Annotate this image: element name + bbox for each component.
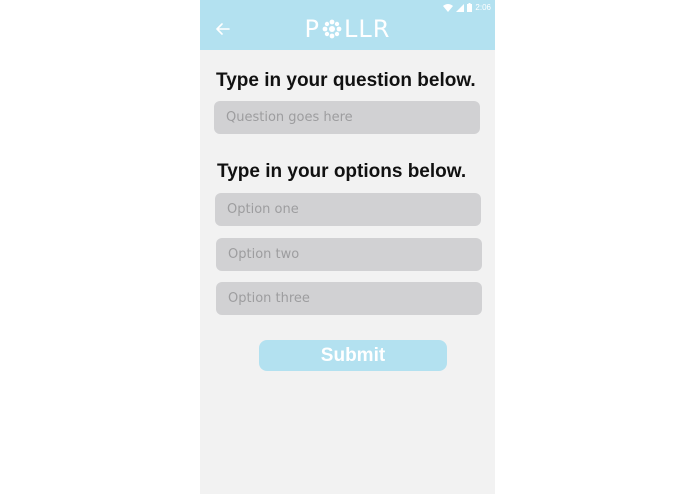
option-three-input[interactable] bbox=[216, 282, 482, 315]
logo-text-end: LLR bbox=[344, 15, 391, 43]
phone-screen: 2:06 P LLR Type in your question below. … bbox=[200, 0, 495, 494]
question-input[interactable] bbox=[214, 101, 480, 134]
status-time: 2:06 bbox=[475, 3, 491, 12]
app-bar: 2:06 P LLR bbox=[200, 0, 495, 50]
option-one-input[interactable] bbox=[215, 193, 481, 226]
submit-button[interactable]: Submit bbox=[259, 340, 447, 371]
flower-icon bbox=[321, 18, 343, 40]
option-two-input[interactable] bbox=[216, 238, 482, 271]
signal-icon bbox=[456, 3, 465, 12]
question-heading: Type in your question below. bbox=[216, 70, 476, 91]
wifi-icon bbox=[443, 3, 454, 12]
status-bar: 2:06 bbox=[443, 1, 491, 14]
app-logo: P LLR bbox=[200, 14, 495, 44]
battery-icon bbox=[467, 3, 473, 12]
logo-text-start: P bbox=[304, 15, 321, 43]
options-heading: Type in your options below. bbox=[217, 161, 467, 182]
